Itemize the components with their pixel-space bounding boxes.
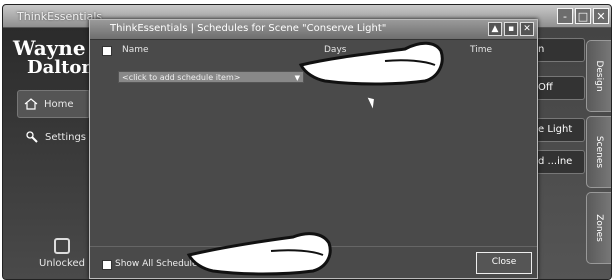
dialog-title: ThinkEssentials | Schedules for Scene "C… xyxy=(110,23,387,34)
column-time: Time xyxy=(470,45,493,55)
dialog-close-icon[interactable]: ✕ xyxy=(520,22,534,36)
show-all-checkbox[interactable] xyxy=(102,260,112,270)
add-schedule-item-dropdown[interactable]: <click to add schedule item> ▼ xyxy=(118,71,304,83)
lock-toggle[interactable]: Unlocked xyxy=(39,238,85,269)
column-name: Name xyxy=(122,45,149,55)
scene-button-1[interactable]: n xyxy=(531,38,585,62)
lock-icon xyxy=(54,238,70,254)
pointing-hand-icon xyxy=(298,41,444,86)
scene-button-3[interactable]: e Light xyxy=(531,118,585,142)
nav-home-button[interactable]: Home xyxy=(17,90,89,118)
left-sidebar: Wayne Dalton Home Settings Unlocked xyxy=(3,28,95,279)
nav-settings-button[interactable]: Settings xyxy=(25,130,86,144)
add-schedule-item-text: <click to add schedule item> xyxy=(122,73,241,82)
home-icon xyxy=(24,98,38,110)
wayne-dalton-logo: Wayne Dalton xyxy=(13,38,95,78)
tab-design-label: Design xyxy=(594,60,604,92)
tab-scenes[interactable]: Scenes xyxy=(586,116,611,188)
tab-scenes-label: Scenes xyxy=(594,135,604,169)
app-window: ThinkEssentials - □ ✕ Wayne Dalton Home … xyxy=(2,4,612,280)
minimize-button[interactable]: - xyxy=(557,8,573,24)
pointing-hand-icon xyxy=(186,232,332,276)
logo-line-2: Dalton xyxy=(27,57,95,78)
dialog-controls: ▲ ▪ ✕ xyxy=(488,22,534,36)
nav-settings-label: Settings xyxy=(45,131,87,143)
tab-zones-label: Zones xyxy=(594,214,604,242)
close-button[interactable]: Close xyxy=(476,252,532,274)
settings-icon xyxy=(26,131,38,143)
nav-home-label: Home xyxy=(44,98,74,110)
dialog-pin-button[interactable]: ▲ xyxy=(488,22,502,36)
close-window-button[interactable]: ✕ xyxy=(593,8,609,24)
lock-label: Unlocked xyxy=(39,258,85,269)
window-controls: - □ ✕ xyxy=(557,8,609,24)
dialog-maximize-button[interactable]: ▪ xyxy=(504,22,518,36)
scene-button-4[interactable]: d ...ine xyxy=(531,150,585,174)
maximize-button[interactable]: □ xyxy=(575,8,591,24)
tab-design[interactable]: Design xyxy=(586,40,611,112)
scene-button-2[interactable]: Off xyxy=(531,76,585,100)
tab-zones[interactable]: Zones xyxy=(586,192,611,264)
mouse-cursor-icon xyxy=(367,95,378,109)
select-all-checkbox[interactable] xyxy=(102,46,112,56)
